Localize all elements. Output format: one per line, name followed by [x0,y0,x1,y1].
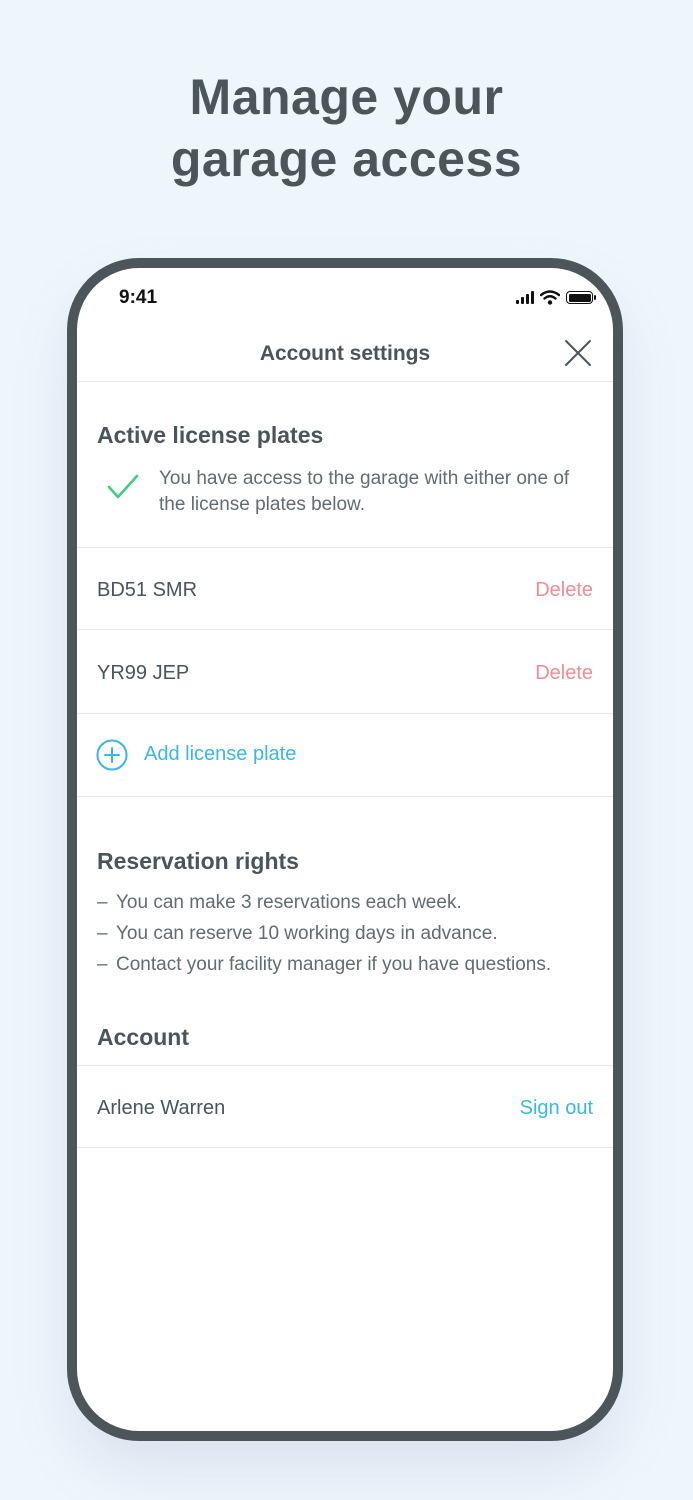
sign-out-button[interactable]: Sign out [520,1097,593,1120]
battery-icon [566,291,596,304]
status-icons [516,290,596,305]
reservation-title: Reservation rights [97,848,299,874]
add-circle-icon[interactable] [96,739,128,771]
headline-line-1: Manage your [189,69,504,125]
reservation-rights-list: – You can make 3 reservations each week. … [97,887,613,980]
status-time: 9:41 [119,287,158,308]
plate-number: YR99 JEP [97,662,190,684]
account-name: Arlene Warren [97,1097,226,1119]
phone-screen: 9:41 Account settings Active license pla… [67,258,623,1441]
delete-plate-button[interactable]: Delete [535,662,593,685]
plate-row: BD51 SMR Delete [77,547,613,630]
headline-line-2: garage access [170,131,523,187]
nav-title: Account settings [259,342,431,365]
delete-plate-button[interactable]: Delete [535,579,593,602]
account-title: Account [97,1024,189,1050]
status-bar: 9:41 [77,268,613,328]
nav-bar: Account settings [77,328,613,382]
close-icon[interactable] [563,338,593,368]
list-item: – You can reserve 10 working days in adva… [97,923,498,944]
add-license-plate-button[interactable]: Add license plate [144,743,296,766]
list-item: – You can make 3 reservations each week. [97,892,462,913]
cellular-signal-icon [516,291,534,304]
wifi-icon [540,290,560,305]
headline: Manage your garage access [0,66,693,190]
plate-row: YR99 JEP Delete [77,631,613,714]
checkmark-icon [107,474,139,499]
license-plates-title: Active license plates [97,422,324,448]
license-info-text: You have access to the garage with eithe… [159,468,570,515]
add-license-plate-row[interactable]: Add license plate [77,714,613,797]
plate-number: BD51 SMR [97,579,198,601]
account-row: Arlene Warren Sign out [77,1065,613,1148]
list-item: – Contact your facility manager if you ha… [97,954,552,975]
